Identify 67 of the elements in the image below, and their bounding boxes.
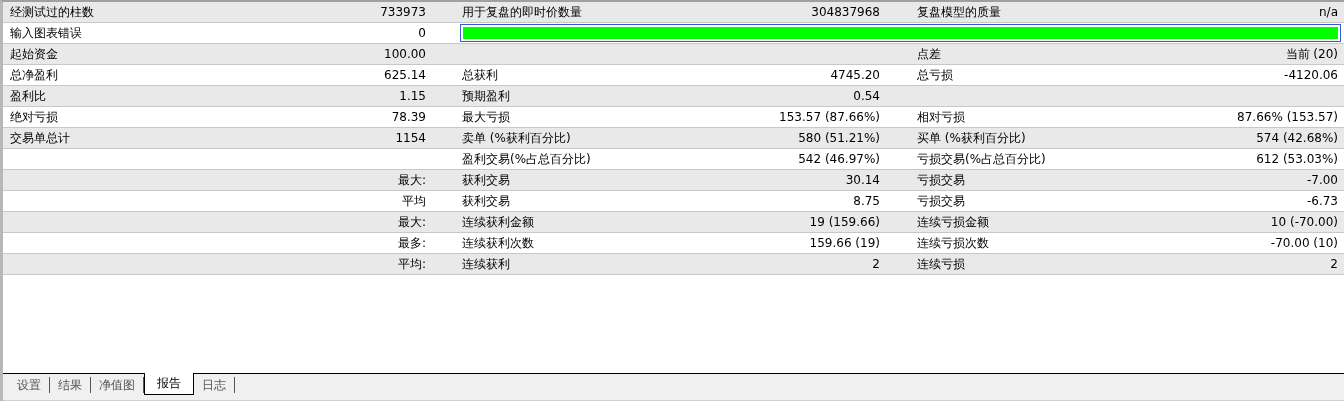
metric-value: -4120.06 <box>1284 68 1338 82</box>
metric-label: 复盘模型的质量 <box>917 3 1001 21</box>
metric-value: -70.00 (10) <box>1270 236 1338 250</box>
metric-value: 19 (159.66) <box>809 215 880 229</box>
metric-label: 获利交易 <box>462 171 510 189</box>
metric-value: 30.14 <box>845 173 880 187</box>
metric-label: 总获利 <box>462 66 498 84</box>
metric-value: 87.66% (153.57) <box>1237 110 1338 124</box>
metric-label: 连续亏损次数 <box>917 234 989 252</box>
tab[interactable]: 日志 <box>194 377 235 393</box>
metric-label: 盈利交易(%占总百分比) <box>462 150 591 168</box>
metric-value: n/a <box>1319 5 1338 19</box>
metric-label: 连续亏损 <box>917 255 965 273</box>
metric-value: 最大: <box>397 213 426 231</box>
metric-label: 起始资金 <box>10 45 58 63</box>
metric-label: 连续获利金额 <box>462 213 534 231</box>
metric-label: 最大亏损 <box>462 108 510 126</box>
metric-value: 当前 (20) <box>1285 45 1338 63</box>
metric-value: 78.39 <box>391 110 426 124</box>
tab[interactable]: 设置 <box>9 377 50 393</box>
metric-label: 输入图表错误 <box>10 24 82 42</box>
metric-label: 总净盈利 <box>10 66 58 84</box>
metric-value: 1.15 <box>399 89 426 103</box>
metric-label: 绝对亏损 <box>10 108 58 126</box>
metric-value: 574 (42.68%) <box>1256 131 1338 145</box>
metric-value: 304837968 <box>811 5 880 19</box>
metric-label: 连续获利 <box>462 255 510 273</box>
metric-value: -7.00 <box>1306 173 1338 187</box>
metric-label: 用于复盘的即时价数量 <box>462 3 582 21</box>
metric-label: 预期盈利 <box>462 87 510 105</box>
metric-label: 经测试过的柱数 <box>10 3 94 21</box>
tab[interactable]: 结果 <box>50 377 91 393</box>
metric-value: 542 (46.97%) <box>798 152 880 166</box>
metric-value: 153.57 (87.66%) <box>779 110 880 124</box>
metric-value: 159.66 (19) <box>809 236 880 250</box>
metric-value: 最多: <box>397 234 426 252</box>
metric-value: 0.54 <box>853 89 880 103</box>
metric-label: 盈利比 <box>10 87 46 105</box>
metric-value: 4745.20 <box>830 68 880 82</box>
metric-label: 买单 (%获利百分比) <box>917 129 1026 147</box>
metric-label: 连续获利次数 <box>462 234 534 252</box>
tab[interactable]: 报告 <box>144 373 194 395</box>
metric-value: 最大: <box>397 171 426 189</box>
metric-label: 总亏损 <box>917 66 953 84</box>
metric-value: 580 (51.21%) <box>798 131 880 145</box>
metric-value: -6.73 <box>1306 194 1338 208</box>
metric-value: 0 <box>418 26 426 40</box>
metric-value: 平均: <box>397 255 426 273</box>
metric-label: 相对亏损 <box>917 108 965 126</box>
metric-value: 733973 <box>380 5 426 19</box>
metric-label: 点差 <box>917 45 941 63</box>
metric-value: 612 (53.03%) <box>1256 152 1338 166</box>
metric-value: 1154 <box>395 131 426 145</box>
metric-value: 8.75 <box>853 194 880 208</box>
metric-label: 交易单总计 <box>10 129 70 147</box>
metric-value: 10 (-70.00) <box>1270 215 1338 229</box>
metric-label: 亏损交易(%占总百分比) <box>917 150 1046 168</box>
metric-label: 亏损交易 <box>917 192 965 210</box>
metric-value: 平均 <box>402 192 426 210</box>
metric-value: 625.14 <box>384 68 426 82</box>
metric-value: 100.00 <box>384 47 426 61</box>
metric-label: 亏损交易 <box>917 171 965 189</box>
metric-label: 获利交易 <box>462 192 510 210</box>
metric-label: 连续亏损金额 <box>917 213 989 231</box>
metric-label: 卖单 (%获利百分比) <box>462 129 571 147</box>
metric-value: 2 <box>872 257 880 271</box>
metric-value: 2 <box>1330 257 1338 271</box>
